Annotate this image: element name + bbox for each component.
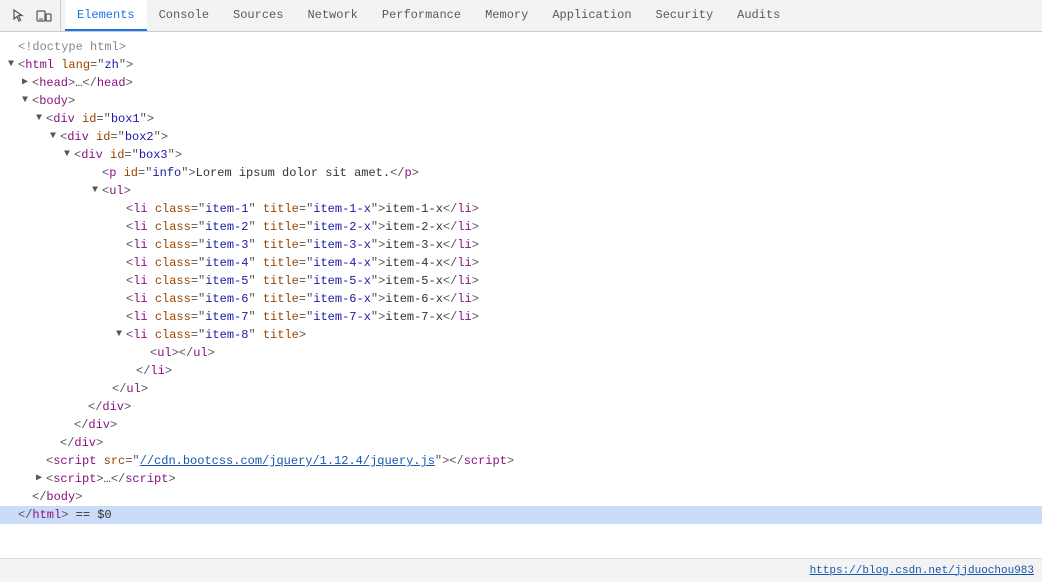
tab-network[interactable]: Network xyxy=(295,0,369,31)
tree-row[interactable]: </div> xyxy=(0,398,1042,416)
tree-row[interactable]: ▼ <div id="box1"> xyxy=(0,110,1042,128)
tree-row[interactable]: <li class="item-4" title="item-4-x">item… xyxy=(0,254,1042,272)
tree-row[interactable]: ▼ <div id="box2"> xyxy=(0,128,1042,146)
tab-memory[interactable]: Memory xyxy=(473,0,540,31)
tree-row[interactable]: ▼ <body> xyxy=(0,92,1042,110)
tree-row[interactable]: ▼ <li class="item-8" title> xyxy=(0,326,1042,344)
statusbar-right: https://blog.csdn.net/jjduochou983 xyxy=(810,565,1034,577)
tree-row[interactable]: ▶ <head>…</head> xyxy=(0,74,1042,92)
tab-security[interactable]: Security xyxy=(644,0,726,31)
toggle-icon[interactable]: ▼ xyxy=(64,146,74,164)
tree-row[interactable]: <li class="item-6" title="item-6-x">item… xyxy=(0,290,1042,308)
tree-row-selected[interactable]: </html> == $0 xyxy=(0,506,1042,524)
tree-row[interactable]: </div> xyxy=(0,416,1042,434)
device-toggle-icon[interactable] xyxy=(34,6,54,26)
tree-row[interactable]: <!doctype html> xyxy=(0,38,1042,56)
toggle-icon[interactable]: ▼ xyxy=(50,128,60,146)
tree-row[interactable]: <li class="item-2" title="item-2-x">item… xyxy=(0,218,1042,236)
tabs-bar: Elements Console Sources Network Perform… xyxy=(61,0,792,31)
tree-row[interactable]: <ul></ul> xyxy=(0,344,1042,362)
toggle-icon[interactable]: ▼ xyxy=(22,92,32,110)
toggle-icon[interactable]: ▼ xyxy=(36,110,46,128)
tree-row[interactable]: ▼ <html lang="zh"> xyxy=(0,56,1042,74)
tree-row[interactable]: <p id="info">Lorem ipsum dolor sit amet.… xyxy=(0,164,1042,182)
toolbar-icons xyxy=(4,0,61,31)
tree-row[interactable]: <li class="item-1" title="item-1-x">item… xyxy=(0,200,1042,218)
toggle-icon[interactable]: ▼ xyxy=(116,326,126,344)
tree-row[interactable]: </div> xyxy=(0,434,1042,452)
tab-audits[interactable]: Audits xyxy=(725,0,792,31)
tree-row[interactable]: ▼ <ul> xyxy=(0,182,1042,200)
tree-row[interactable]: <script src="//cdn.bootcss.com/jquery/1.… xyxy=(0,452,1042,470)
tab-sources[interactable]: Sources xyxy=(221,0,295,31)
tab-performance[interactable]: Performance xyxy=(370,0,473,31)
tree-row[interactable]: <li class="item-5" title="item-5-x">item… xyxy=(0,272,1042,290)
toggle-icon[interactable]: ▼ xyxy=(92,182,102,200)
tab-application[interactable]: Application xyxy=(540,0,643,31)
toggle-icon[interactable]: ▶ xyxy=(22,74,32,92)
tab-console[interactable]: Console xyxy=(147,0,221,31)
toggle-icon[interactable]: ▶ xyxy=(36,470,46,488)
tree-row[interactable]: ▶ <script>…</script> xyxy=(0,470,1042,488)
inspect-icon[interactable] xyxy=(10,6,30,26)
tree-row[interactable]: </ul> xyxy=(0,380,1042,398)
tab-elements[interactable]: Elements xyxy=(65,0,147,31)
statusbar: https://blog.csdn.net/jjduochou983 xyxy=(0,558,1042,582)
tree-row[interactable]: </body> xyxy=(0,488,1042,506)
elements-panel: <!doctype html> ▼ <html lang="zh"> ▶ <he… xyxy=(0,32,1042,558)
tree-row[interactable]: <li class="item-3" title="item-3-x">item… xyxy=(0,236,1042,254)
tree-row[interactable]: </li> xyxy=(0,362,1042,380)
tree-row[interactable]: <li class="item-7" title="item-7-x">item… xyxy=(0,308,1042,326)
tree-row[interactable]: ▼ <div id="box3"> xyxy=(0,146,1042,164)
devtools-toolbar: Elements Console Sources Network Perform… xyxy=(0,0,1042,32)
toggle-icon[interactable]: ▼ xyxy=(8,56,18,74)
